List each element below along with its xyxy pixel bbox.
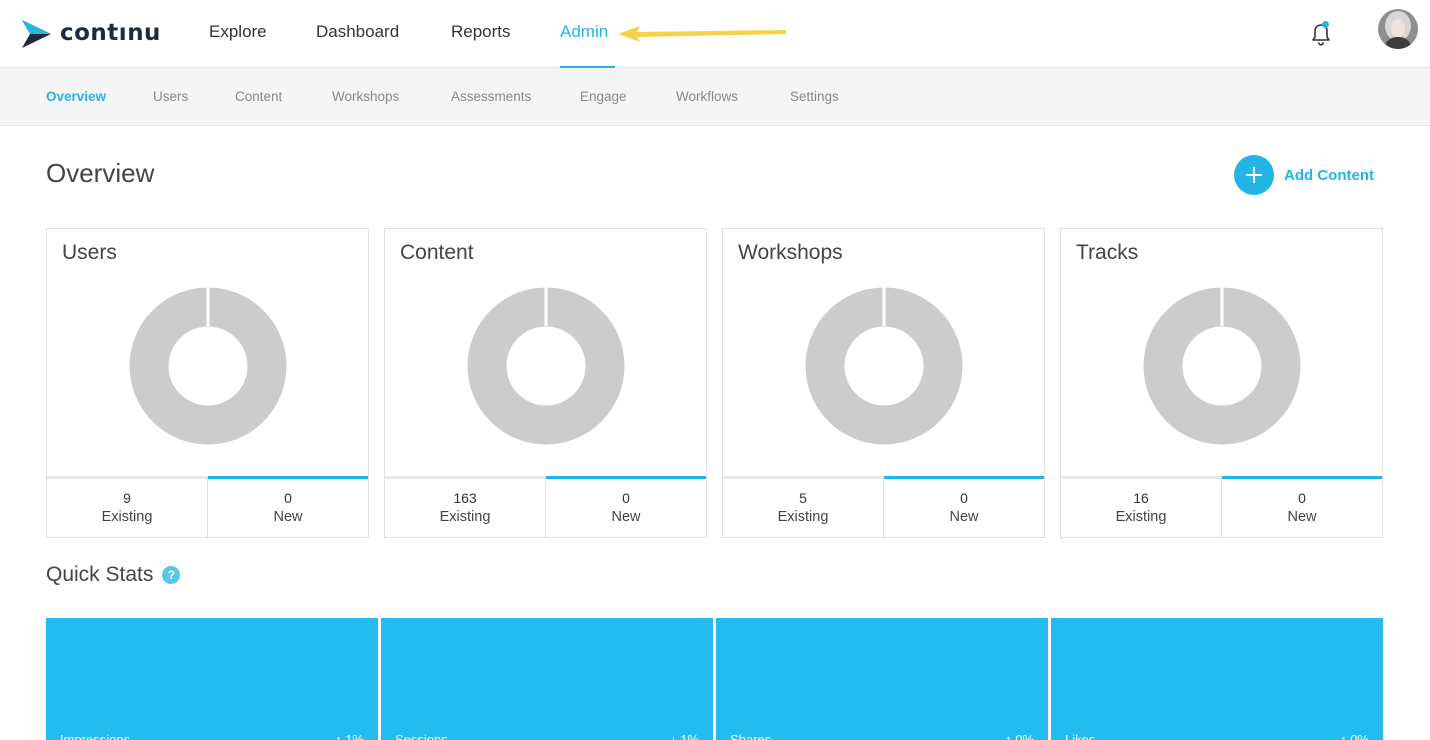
new-stat[interactable]: 0 New [208,476,368,537]
annotation-arrow-icon [618,26,786,42]
subnav-workflows[interactable]: Workflows [676,89,738,104]
card-footer: 163 Existing 0 New [385,476,706,537]
new-stat[interactable]: 0 New [1222,476,1382,537]
sub-nav: Overview Users Content Workshops Assessm… [0,68,1430,126]
tracks-card: Tracks 16 Existing 0 New [1060,228,1383,538]
new-label: New [273,509,303,525]
question-icon[interactable]: ? [162,566,181,584]
card-title: Content [400,241,474,264]
add-content-label: Add Content [1284,166,1374,184]
card-footer: 16 Existing 0 New [1061,476,1382,537]
new-count: 0 [1298,490,1306,506]
stat-change: ↑ 0% [1005,732,1034,740]
new-count: 0 [960,490,968,506]
existing-label: Existing [777,509,829,525]
card-title: Users [62,241,117,264]
stat-label: Impressions [60,732,131,740]
new-label: New [1287,509,1317,525]
add-content-button[interactable]: Add Content [1234,155,1374,195]
existing-count: 163 [453,490,477,506]
plus-icon [1234,155,1274,195]
existing-count: 9 [123,490,131,506]
card-title: Workshops [738,241,843,264]
card-footer: 9 Existing 0 New [47,476,368,537]
content-card: Content 163 Existing 0 New [384,228,707,538]
quick-stats-title: Quick Stats [46,563,154,586]
new-count: 0 [622,490,630,506]
existing-count: 5 [799,490,807,506]
stat-change: ↓ 1% [670,732,699,740]
nav-admin[interactable]: Admin [560,22,608,42]
stat-label: Sessions [395,732,448,740]
existing-label: Existing [439,509,491,525]
workshops-donut-chart [805,286,963,445]
existing-stat[interactable]: 16 Existing [1061,476,1222,537]
subnav-content[interactable]: Content [235,89,282,104]
nav-reports[interactable]: Reports [451,22,511,42]
top-bar: contınu Explore Dashboard Reports Admin [0,0,1430,68]
subnav-overview[interactable]: Overview [46,89,106,104]
content-donut-chart [467,286,625,445]
stat-label: Likes [1065,732,1096,740]
stat-tile-impressions[interactable]: Impressions ↑ 1% [46,618,378,740]
new-stat[interactable]: 0 New [884,476,1044,537]
logo-text: contınu [60,20,161,46]
existing-stat[interactable]: 163 Existing [385,476,546,537]
stat-tile-likes[interactable]: Likes ↑ 0% [1051,618,1383,740]
new-count: 0 [284,490,292,506]
nav-explore[interactable]: Explore [209,22,267,42]
existing-stat[interactable]: 5 Existing [723,476,884,537]
existing-count: 16 [1133,490,1149,506]
new-label: New [611,509,641,525]
existing-stat[interactable]: 9 Existing [47,476,208,537]
tracks-donut-chart [1143,286,1301,445]
quick-stats-heading: Quick Stats ? [46,563,181,587]
stat-tile-shares[interactable]: Shares ↑ 0% [716,618,1048,740]
existing-label: Existing [101,509,153,525]
stat-tile-sessions[interactable]: Sessions ↓ 1% [381,618,713,740]
bell-icon[interactable] [1308,20,1334,48]
subnav-assessments[interactable]: Assessments [451,89,531,104]
new-label: New [949,509,979,525]
logo[interactable]: contınu [20,16,161,50]
new-stat[interactable]: 0 New [546,476,706,537]
card-footer: 5 Existing 0 New [723,476,1044,537]
users-card: Users 9 Existing 0 New [46,228,369,538]
subnav-users[interactable]: Users [153,89,188,104]
page-title: Overview [46,158,155,188]
stat-change: ↑ 1% [335,732,364,740]
avatar[interactable] [1378,9,1418,49]
logo-mark-icon [22,20,51,48]
subnav-engage[interactable]: Engage [580,89,627,104]
nav-dashboard[interactable]: Dashboard [316,22,399,42]
card-title: Tracks [1076,241,1139,264]
subnav-settings[interactable]: Settings [790,89,839,104]
stat-label: Shares [730,732,772,740]
stat-change: ↑ 0% [1340,732,1369,740]
subnav-workshops[interactable]: Workshops [332,89,399,104]
existing-label: Existing [1115,509,1167,525]
users-donut-chart [129,286,287,445]
workshops-card: Workshops 5 Existing 0 New [722,228,1045,538]
